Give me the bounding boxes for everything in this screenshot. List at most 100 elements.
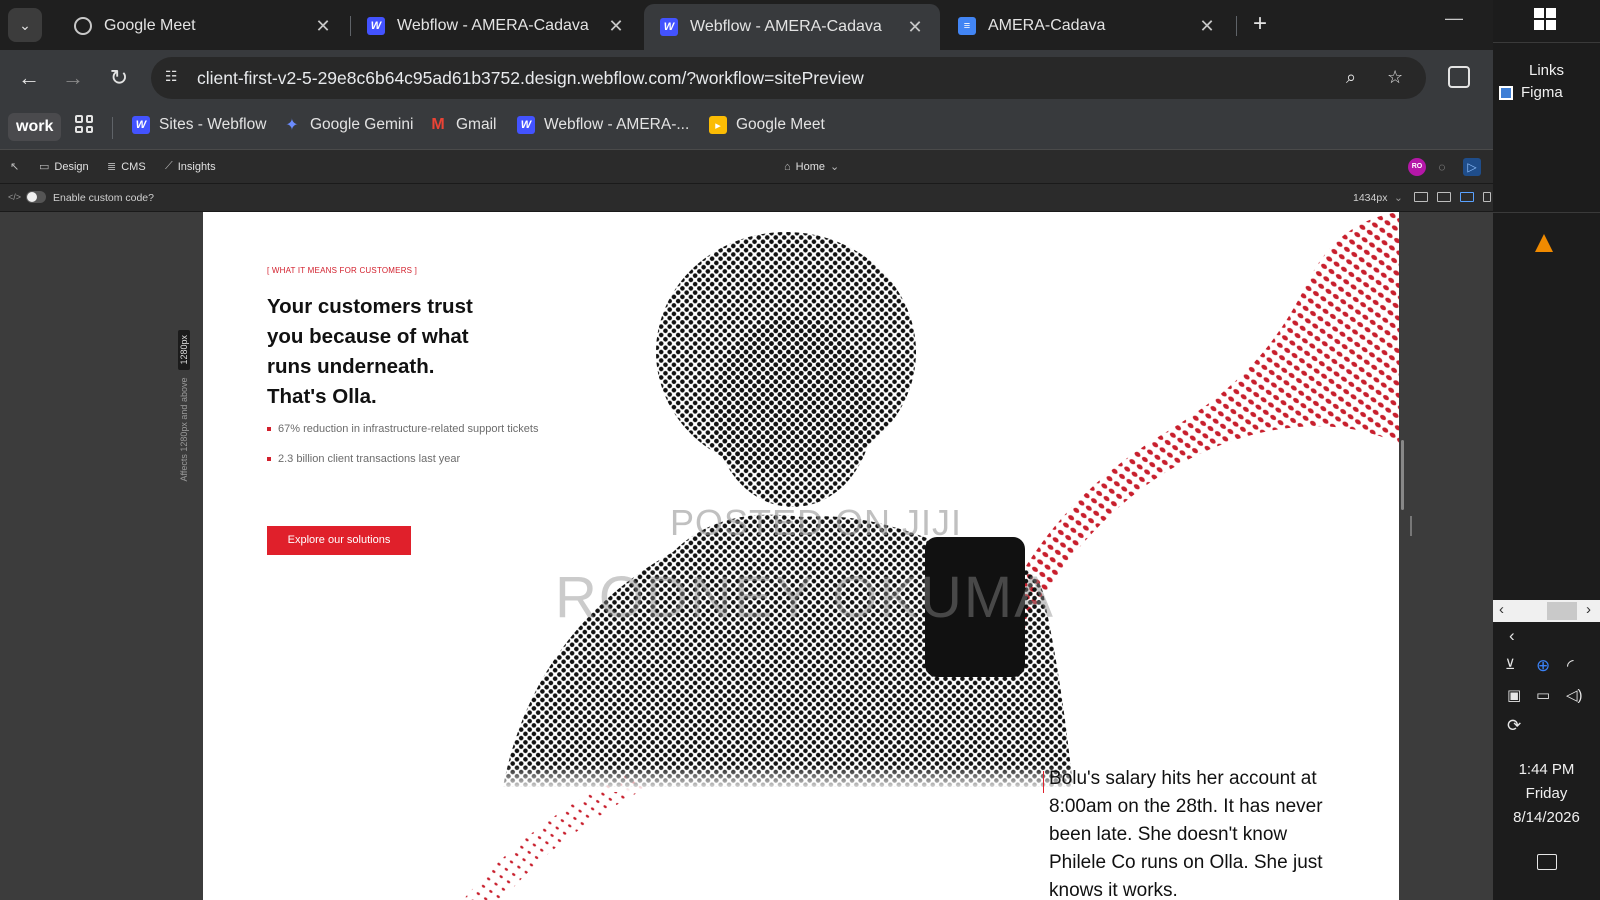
arrow-right-icon: →: [62, 65, 84, 90]
scroll-thumb[interactable]: [1547, 602, 1577, 620]
avatar[interactable]: RO: [1408, 158, 1426, 176]
browser-window: ⌄ Google Meet ✕ W Webflow - AMERA-Cadava…: [0, 0, 1493, 900]
bookmark-sites-webflow[interactable]: W Sites - Webflow: [132, 116, 266, 134]
notification-icon[interactable]: [1537, 854, 1557, 870]
zoom-icon[interactable]: ⌕: [1346, 67, 1356, 88]
add-circle-icon[interactable]: ⊕: [1536, 656, 1550, 676]
section-headline: Your customers trust you because of what…: [267, 295, 473, 408]
chevron-right-icon[interactable]: ›: [1586, 601, 1591, 618]
tab-google-meet[interactable]: Google Meet ✕: [58, 6, 348, 46]
chevron-left-icon[interactable]: ‹: [1499, 601, 1504, 618]
mode-label: CMS: [121, 160, 146, 173]
minimize-button[interactable]: —: [1445, 8, 1463, 29]
chevron-down-icon[interactable]: ⌄: [1394, 192, 1403, 204]
cursor-icon[interactable]: ↖: [10, 160, 24, 173]
breakpoint-indicator: Affects 1280px and above 1280px: [175, 330, 193, 500]
breakpoint-base-icon[interactable]: [1460, 192, 1474, 202]
bookmark-label: Google Meet: [736, 116, 825, 133]
figma-link[interactable]: Figma: [1499, 84, 1563, 101]
chart-icon: ⟋: [165, 160, 173, 172]
canvas-scrollbar[interactable]: [1401, 440, 1404, 510]
bookmarks-bar: work W Sites - Webflow ✦ Google Gemini M…: [0, 106, 1493, 150]
section-eyebrow: [ WHAT IT MEANS FOR CUSTOMERS ]: [267, 266, 418, 275]
vlc-icon[interactable]: [1535, 234, 1553, 252]
breakpoint-desktop-icon[interactable]: [1437, 192, 1451, 202]
site-preview-page: [ WHAT IT MEANS FOR CUSTOMERS ] Your cus…: [203, 212, 1399, 900]
bookmark-star-icon[interactable]: ☆: [1387, 67, 1403, 88]
clock-date[interactable]: 8/14/2026: [1493, 809, 1600, 826]
preview-play-icon[interactable]: ▷: [1463, 158, 1481, 176]
figma-icon: [1499, 85, 1513, 100]
browser-toolbar: ← → ↻ ☷ client-first-v2-5-29e8c6b64c95ad…: [0, 50, 1493, 106]
breakpoint-tablet-icon[interactable]: [1483, 192, 1491, 202]
sync-icon[interactable]: ⟳: [1507, 716, 1521, 736]
extensions-icon[interactable]: [1448, 66, 1470, 88]
cms-mode-button[interactable]: ≣ CMS: [107, 160, 146, 174]
webflow-top-bar: ↖ ▭ Design ≣ CMS ⟋ Insights ⌂ Home ⌄ RO …: [0, 150, 1493, 184]
customer-story-text: Bolu's salary hits her account at 8:00am…: [1049, 768, 1323, 900]
site-settings-icon[interactable]: ☷: [165, 68, 185, 88]
close-icon[interactable]: ✕: [607, 16, 625, 37]
tab-webflow-2[interactable]: W Webflow - AMERA-Cadava ✕: [644, 4, 940, 50]
tab-title: Google Meet: [104, 17, 196, 34]
explore-solutions-button[interactable]: Explore our solutions: [267, 526, 411, 555]
comment-icon[interactable]: ◌: [1433, 158, 1451, 176]
custom-code-toggle[interactable]: [26, 191, 46, 203]
profile-chip[interactable]: work: [8, 113, 62, 141]
divider: [1493, 42, 1600, 43]
app-tray-icon[interactable]: ⊻: [1505, 656, 1515, 673]
watermark-text: POSTED ON JIJI: [670, 502, 963, 543]
gmail-icon: M: [431, 116, 445, 133]
bookmark-google-meet[interactable]: ▸ Google Meet: [709, 116, 825, 134]
tab-search-button[interactable]: ⌄: [8, 8, 42, 42]
tab-webflow-1[interactable]: W Webflow - AMERA-Cadava ✕: [351, 6, 641, 46]
close-icon[interactable]: ✕: [906, 17, 924, 38]
canvas-width-value[interactable]: 1434px: [1353, 192, 1387, 204]
mode-label: Design: [54, 160, 89, 173]
bookmark-webflow-amera[interactable]: W Webflow - AMERA-...: [517, 116, 689, 134]
design-mode-button[interactable]: ▭ Design: [39, 160, 89, 174]
panel-resize-handle[interactable]: [1410, 516, 1412, 536]
tab-title: Webflow - AMERA-Cadava: [690, 18, 882, 35]
screen: ⌄ Google Meet ✕ W Webflow - AMERA-Cadava…: [0, 0, 1600, 900]
plus-icon: +: [1252, 10, 1267, 37]
links-toolbar-label[interactable]: Links: [1529, 62, 1564, 79]
design-icon: ▭: [39, 161, 50, 173]
arrow-left-icon: ←: [18, 65, 40, 90]
forward-button[interactable]: →: [59, 64, 87, 92]
insights-mode-button[interactable]: ⟋ Insights: [165, 160, 216, 173]
gemini-sparkle-icon: ✦: [285, 117, 299, 134]
mode-label: Insights: [177, 160, 216, 173]
wifi-icon[interactable]: ◜: [1567, 656, 1574, 676]
bookmark-divider: [112, 117, 113, 139]
tab-title: Webflow - AMERA-Cadava: [397, 17, 589, 34]
new-tab-button[interactable]: +: [1245, 10, 1275, 40]
url-text: client-first-v2-5-29e8c6b64c95ad61b3752.…: [197, 67, 864, 88]
stat-item: 2.3 billion client transactions last yea…: [267, 453, 460, 465]
back-button[interactable]: ←: [15, 64, 43, 92]
bookmark-gmail[interactable]: M Gmail: [429, 116, 496, 134]
close-icon[interactable]: ✕: [1198, 16, 1216, 37]
breakpoint-note: Affects 1280px and above: [179, 377, 189, 482]
bookmark-label: Webflow - AMERA-...: [544, 116, 690, 133]
clock-day[interactable]: Friday: [1493, 785, 1600, 802]
clock-time[interactable]: 1:44 PM: [1493, 761, 1600, 778]
chevron-left-icon[interactable]: ‹: [1509, 626, 1515, 646]
breakpoint-desktop-large-icon[interactable]: [1414, 192, 1428, 202]
bookmark-google-gemini[interactable]: ✦ Google Gemini: [283, 116, 413, 134]
reload-button[interactable]: ↻: [105, 64, 133, 92]
page-selector[interactable]: ⌂ Home ⌄: [784, 160, 844, 174]
taskbar-scrollbar[interactable]: ‹ ›: [1493, 600, 1600, 622]
battery-icon[interactable]: ▭: [1536, 686, 1550, 704]
volume-icon[interactable]: ◁): [1566, 686, 1583, 704]
apps-grid-icon[interactable]: [75, 115, 93, 133]
reload-icon: ↻: [109, 65, 129, 90]
close-icon[interactable]: ✕: [314, 16, 332, 37]
watermark-text: RODNEY OKUMA: [555, 565, 1055, 630]
address-bar[interactable]: ☷ client-first-v2-5-29e8c6b64c95ad61b375…: [151, 57, 1426, 99]
windows-start-icon[interactable]: [1534, 8, 1556, 30]
camera-icon[interactable]: ▣: [1507, 686, 1521, 704]
bookmark-label: Google Gemini: [310, 116, 414, 133]
webflow-icon: W: [517, 116, 535, 134]
tab-amera-cadava[interactable]: ≡ AMERA-Cadava ✕: [942, 6, 1232, 46]
